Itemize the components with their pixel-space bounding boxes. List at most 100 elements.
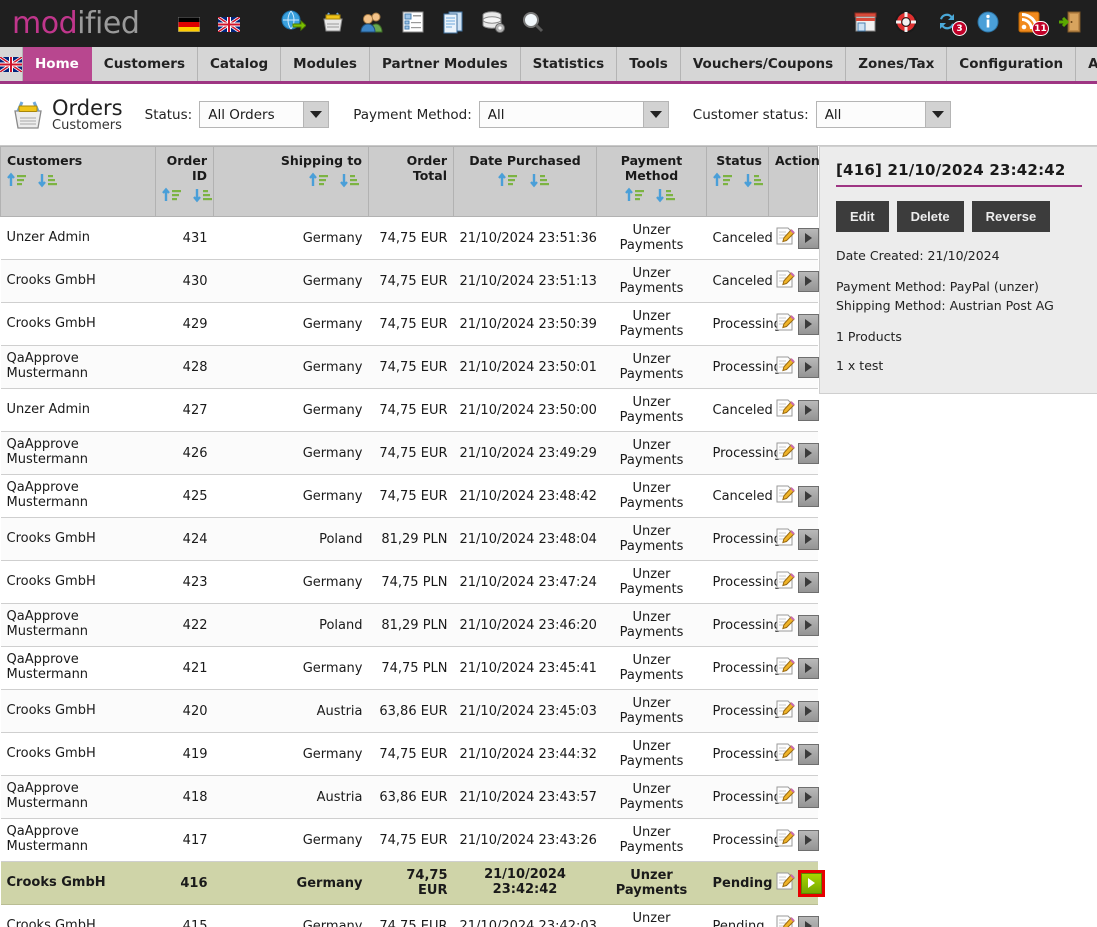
table-row[interactable]: QaApprove Mustermann 428 Germany 74,75 EUR 2… [0,345,819,389]
open-order-button[interactable] [797,270,819,292]
table-row[interactable]: QaApprove Mustermann 421 Germany 74,75 PLN 2… [0,646,819,690]
reverse-button[interactable]: Reverse [971,201,1051,232]
flag-de-icon[interactable] [169,14,209,33]
basket-icon[interactable] [313,10,353,38]
status-select-chevron-down-icon[interactable] [303,102,329,127]
open-order-button[interactable] [797,356,819,378]
open-order-button[interactable] [797,442,819,464]
open-order-button[interactable] [797,786,819,808]
edit-order-icon[interactable] [775,355,795,379]
nav-item-statistics[interactable]: Statistics [521,47,618,81]
edit-order-icon[interactable] [775,226,795,250]
sort-controls-shipping-to [220,171,362,188]
table-row[interactable]: Crooks GmbH 423 Germany 74,75 PLN 21/10/2024… [0,560,819,604]
nav-language-flag-icon[interactable] [0,47,23,81]
edit-order-icon[interactable] [775,742,795,766]
table-row[interactable]: Crooks GmbH 420 Austria 63,86 EUR 21/10/2024… [0,689,819,733]
column-header-shipping-to[interactable]: Shipping to [213,146,369,217]
column-header-customers[interactable]: Customers [0,146,156,217]
nav-item-catalog[interactable]: Catalog [198,47,282,81]
edit-order-icon[interactable] [775,398,795,422]
column-header-date-purchased[interactable]: Date Purchased [453,146,597,217]
customer-status-select-chevron-down-icon[interactable] [924,102,950,127]
open-order-button[interactable] [797,571,819,593]
nav-item-tools[interactable]: Tools [617,47,681,81]
cell-shipping-to: Germany [213,302,369,346]
open-order-button[interactable] [797,528,819,550]
open-order-button[interactable] [797,743,819,765]
cell-date-purchased: 21/10/2024 23:44:32 [453,732,597,776]
open-order-button[interactable] [797,227,819,249]
open-order-button[interactable] [797,399,819,421]
delete-button[interactable]: Delete [896,201,964,232]
open-order-button[interactable] [797,915,819,927]
edit-order-icon[interactable] [775,871,795,895]
edit-order-icon[interactable] [775,527,795,551]
cell-shipping-to: Germany [213,732,369,776]
nav-item-configuration[interactable]: Configuration [947,47,1077,81]
customers-icon[interactable] [353,10,393,38]
rss-news-icon[interactable]: 11 [1009,10,1050,38]
table-row[interactable]: QaApprove Mustermann 418 Austria 63,86 EUR 2… [0,775,819,819]
edit-order-icon[interactable] [775,441,795,465]
column-header-status[interactable]: Status [706,146,769,217]
edit-order-icon[interactable] [775,570,795,594]
nav-item-modules[interactable]: Modules [281,47,370,81]
table-row[interactable]: Crooks GmbH 430 Germany 74,75 EUR 21/10/2024… [0,259,819,303]
categories-icon[interactable] [393,10,433,38]
table-row[interactable]: Crooks GmbH 415 Germany 74,75 EUR 21/10/2024… [0,904,819,927]
nav-item-adv-configuration[interactable]: Adv. Configuration [1076,47,1097,81]
edit-order-icon[interactable] [775,699,795,723]
table-row[interactable]: Unzer Admin 431 Germany 74,75 EUR 21/10/2024… [0,216,819,260]
table-row[interactable]: QaApprove Mustermann 425 Germany 74,75 EUR 2… [0,474,819,518]
payment-method-select[interactable]: All [478,101,669,128]
open-order-button[interactable] [797,829,819,851]
database-icon[interactable] [473,10,513,38]
nav-item-zones-tax[interactable]: Zones/Tax [846,47,948,81]
support-lifebuoy-icon[interactable] [886,10,927,38]
cell-payment-method: Unzer Payments [596,861,707,905]
edit-order-icon[interactable] [775,914,795,927]
edit-order-icon[interactable] [775,613,795,637]
table-row[interactable]: QaApprove Mustermann 417 Germany 74,75 EUR 2… [0,818,819,862]
edit-button[interactable]: Edit [836,201,889,232]
open-order-button[interactable] [797,485,819,507]
open-order-button[interactable] [797,700,819,722]
open-order-button[interactable] [797,313,819,335]
payment-method-select-chevron-down-icon[interactable] [642,102,668,127]
logout-door-icon[interactable] [1050,10,1091,38]
edit-order-icon[interactable] [775,484,795,508]
table-row[interactable]: Unzer Admin 427 Germany 74,75 EUR 21/10/2024… [0,388,819,432]
globe-shop-icon[interactable] [273,9,313,39]
status-select[interactable]: All Orders [199,101,330,128]
table-row[interactable]: QaApprove Mustermann 426 Germany 74,75 EUR 2… [0,431,819,475]
edit-order-icon[interactable] [775,785,795,809]
nav-item-home[interactable]: Home [23,47,92,81]
sync-update-icon[interactable]: 3 [927,10,968,38]
open-order-button[interactable] [797,614,819,636]
cell-payment-method: Unzer Payments [596,259,707,303]
table-row[interactable]: Crooks GmbH 424 Poland 81,29 PLN 21/10/2024 … [0,517,819,561]
table-row[interactable]: Crooks GmbH 419 Germany 74,75 EUR 21/10/2024… [0,732,819,776]
flag-en-icon[interactable] [209,14,249,33]
store-icon[interactable] [845,10,886,38]
table-row[interactable]: Crooks GmbH 429 Germany 74,75 EUR 21/10/2024… [0,302,819,346]
table-row[interactable]: QaApprove Mustermann 422 Poland 81,29 PLN 21… [0,603,819,647]
documents-icon[interactable] [433,10,473,38]
search-icon[interactable] [513,10,553,38]
edit-order-icon[interactable] [775,656,795,680]
edit-order-icon[interactable] [775,828,795,852]
nav-item-customers[interactable]: Customers [92,47,198,81]
column-header-order-id[interactable]: Order ID [155,146,214,217]
edit-order-icon[interactable] [775,269,795,293]
table-row[interactable]: Crooks GmbH 416 Germany 74,75 EUR 21/10/2024… [0,861,825,905]
open-order-button[interactable] [797,657,819,679]
open-order-button[interactable] [800,872,822,894]
edit-order-icon[interactable] [775,312,795,336]
info-icon[interactable] [968,10,1009,38]
nav-item-vouchers-coupons[interactable]: Vouchers/Coupons [681,47,847,81]
nav-item-partner-modules[interactable]: Partner Modules [370,47,521,81]
customer-status-select[interactable]: All [815,101,951,128]
column-header-payment-method[interactable]: Payment Method [596,146,707,217]
cell-shipping-to: Germany [213,818,369,862]
